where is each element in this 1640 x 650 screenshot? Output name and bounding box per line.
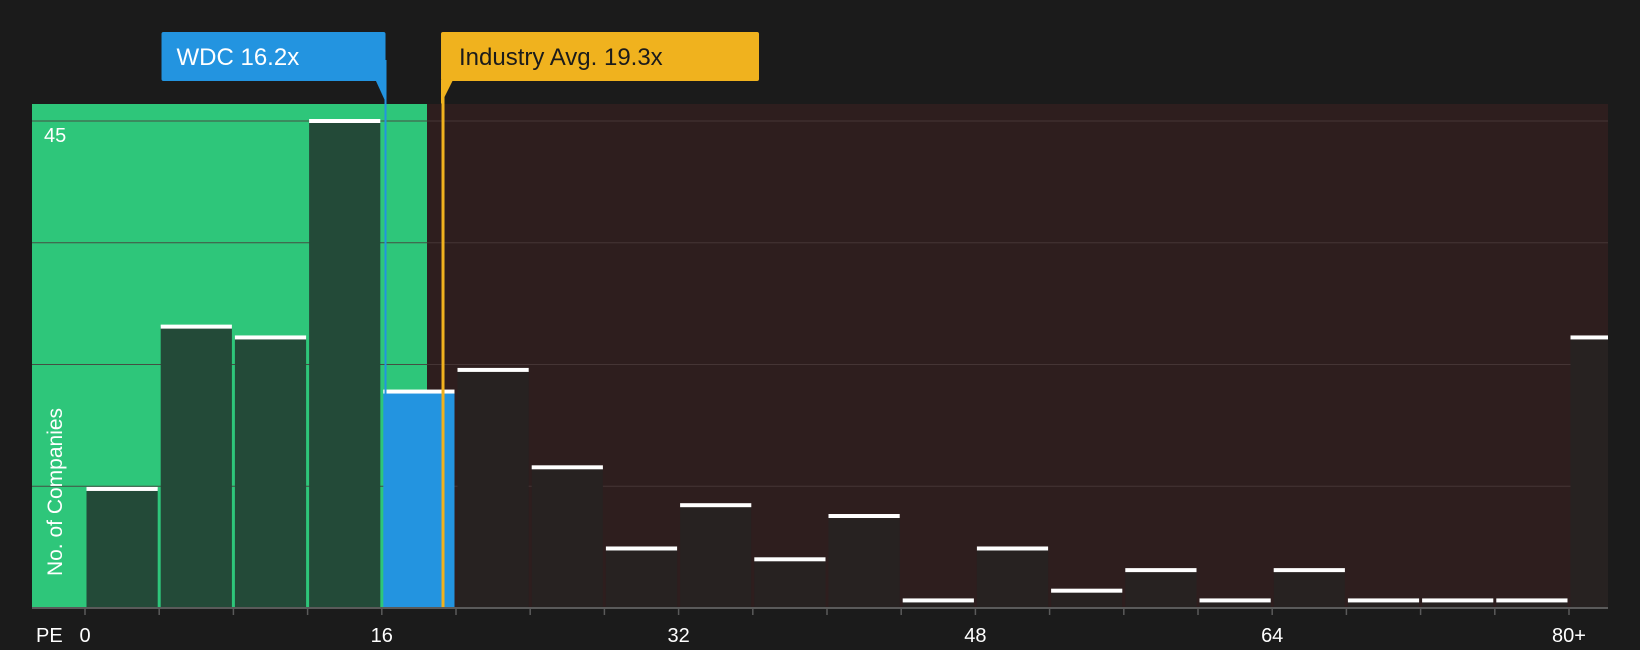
bar-cap	[1199, 598, 1271, 603]
bar-cap	[1347, 598, 1420, 603]
histogram-bar	[976, 548, 1049, 608]
x-tick-label: 0	[79, 625, 90, 647]
bar-cap	[86, 486, 158, 491]
histogram-bar	[234, 337, 307, 608]
histogram-bar	[1273, 570, 1345, 608]
bar-cap	[902, 598, 974, 603]
bar-cap	[309, 119, 381, 123]
histogram-bar	[1125, 570, 1197, 608]
bar-cap	[1273, 568, 1345, 573]
bar-cap	[457, 367, 529, 372]
bar-cap	[531, 465, 603, 470]
bar-cap	[754, 557, 826, 562]
x-tick-label: 48	[964, 625, 986, 647]
y-tick-label: 45	[44, 125, 66, 147]
pe-distribution-chart: WDC 16.2x Industry Avg. 19.3x 0 16 32 48 64 80…	[0, 0, 1640, 650]
histogram-bar	[86, 488, 158, 608]
histogram-bar	[160, 326, 232, 608]
x-tick-label: 16	[371, 625, 393, 647]
bar-cap	[160, 324, 232, 329]
bar-cap	[1570, 335, 1608, 340]
y-axis-label: No. of Companies	[44, 408, 67, 576]
histogram-bar	[680, 505, 752, 608]
bar-cap	[828, 514, 900, 519]
x-axis-label: PE	[36, 625, 63, 647]
histogram-bar	[754, 559, 826, 608]
overvalued-zone	[427, 104, 1608, 608]
histogram-bar	[309, 121, 381, 608]
company-marker-label: WDC 16.2x	[177, 44, 300, 71]
histogram-bar	[457, 369, 529, 608]
histogram-bar	[1570, 337, 1608, 608]
bar-cap	[1422, 598, 1494, 603]
bar-cap	[680, 503, 752, 508]
industry-marker-label: Industry Avg. 19.3x	[459, 44, 663, 71]
bar-cap	[1051, 588, 1123, 593]
bar-cap	[976, 546, 1049, 551]
histogram-bar	[1051, 590, 1123, 608]
bar-cap	[605, 546, 678, 551]
bar-cap	[234, 335, 307, 340]
x-tick-label: 80+	[1552, 625, 1586, 647]
histogram-bar	[828, 516, 900, 608]
histogram-bar	[605, 548, 678, 608]
bar-cap	[1496, 598, 1568, 603]
x-tick-label: 64	[1261, 625, 1283, 647]
histogram-bar	[531, 467, 603, 608]
x-tick-label: 32	[667, 625, 689, 647]
bar-cap	[1125, 568, 1197, 573]
